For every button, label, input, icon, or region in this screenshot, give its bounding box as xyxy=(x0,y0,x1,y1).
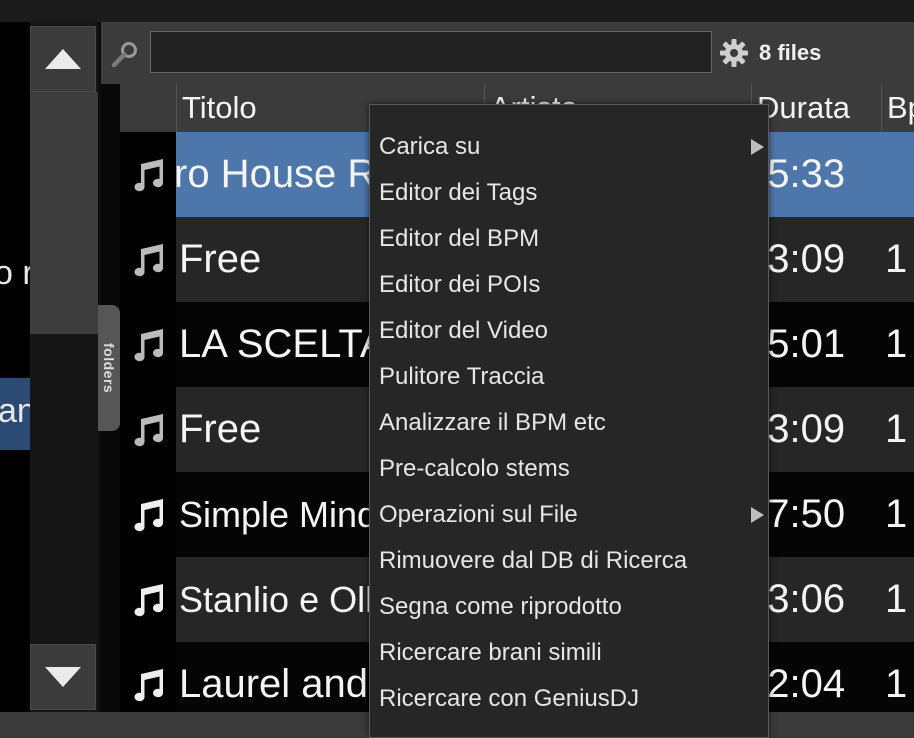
track-title: Free xyxy=(179,237,262,281)
menu-item-precalcolo-stems[interactable]: Pre-calcolo stems xyxy=(370,446,768,492)
menu-item-label: Editor dei POIs xyxy=(379,271,541,298)
search-bar: 8 files xyxy=(101,22,914,84)
track-bpm: 1 xyxy=(885,492,908,536)
menu-item-ricercare-simili[interactable]: Ricercare brani simili xyxy=(370,630,768,676)
magnifier-icon[interactable] xyxy=(111,40,139,68)
menu-item-operazioni-file[interactable]: Operazioni sul File xyxy=(370,492,768,538)
menu-item-carica-su[interactable]: Carica su xyxy=(370,124,768,170)
folders-panel: o ro an xyxy=(0,22,98,712)
menu-item-label: Ricercare brani simili xyxy=(379,639,602,666)
menu-item-label: Editor dei Tags xyxy=(379,179,538,206)
menu-item-label: Pulitore Traccia xyxy=(379,363,545,390)
track-title: Stanlio e Ollio xyxy=(179,579,402,620)
track-title: Free xyxy=(179,407,262,451)
music-note-icon xyxy=(134,158,163,191)
music-note-icon xyxy=(134,328,163,361)
arrow-up-icon xyxy=(45,49,81,69)
track-title: Laurel and xyxy=(179,662,369,706)
track-title: LA SCELTA xyxy=(179,322,387,366)
track-bpm: 1 xyxy=(885,407,908,451)
menu-item-label: Editor del BPM xyxy=(379,225,540,252)
track-bpm: 1 xyxy=(885,322,908,366)
menu-item-label: Pre-calcolo stems xyxy=(379,455,570,482)
menu-item-rimuovere-db[interactable]: Rimuovere dal DB di Ricerca xyxy=(370,538,768,584)
music-note-icon xyxy=(134,243,163,276)
track-bpm: 1 xyxy=(885,662,908,706)
music-note-icon xyxy=(134,413,163,446)
menu-item-pulitore-traccia[interactable]: Pulitore Traccia xyxy=(370,354,768,400)
column-header-duration[interactable]: Durata xyxy=(757,84,881,132)
menu-item-label: Segna come riprodotto xyxy=(379,593,622,620)
search-input[interactable] xyxy=(150,31,712,73)
gear-icon[interactable] xyxy=(719,38,749,68)
menu-item-label: Editor del Video xyxy=(379,317,549,344)
menu-item-editor-bpm[interactable]: Editor del BPM xyxy=(370,216,768,262)
scroll-thumb[interactable] xyxy=(30,92,98,334)
menu-item-label: Rimuovere dal DB di Ricerca xyxy=(379,547,688,574)
music-note-icon xyxy=(134,668,163,701)
menu-item-label: Carica su xyxy=(379,133,481,160)
menu-item-label: Operazioni sul File xyxy=(379,501,578,528)
menu-item-ricercare-geniusdj[interactable]: Ricercare con GeniusDJ xyxy=(370,676,768,722)
scroll-down-button[interactable] xyxy=(30,644,96,710)
folders-tab-label: folders xyxy=(101,342,117,394)
arrow-down-icon xyxy=(45,667,81,687)
menu-item-label: Analizzare il BPM etc xyxy=(379,409,606,436)
column-header-icon[interactable] xyxy=(120,84,176,132)
track-bpm: 1 xyxy=(885,237,908,281)
folders-tab[interactable]: folders xyxy=(98,305,120,431)
music-note-icon xyxy=(134,583,163,616)
folder-item-label: an xyxy=(0,392,30,430)
file-count: 8 files xyxy=(759,40,822,65)
submenu-arrow-icon xyxy=(751,507,764,523)
menu-item-segna-riprodotto[interactable]: Segna come riprodotto xyxy=(370,584,768,630)
menu-item-editor-video[interactable]: Editor del Video xyxy=(370,308,768,354)
folder-item-selected[interactable]: an xyxy=(0,378,30,450)
menu-item-editor-pois[interactable]: Editor dei POIs xyxy=(370,262,768,308)
submenu-arrow-icon xyxy=(751,139,764,155)
music-note-icon xyxy=(134,498,163,531)
track-bpm: 1 xyxy=(885,577,908,621)
folder-scrollbar[interactable] xyxy=(30,22,98,712)
scroll-up-button[interactable] xyxy=(30,26,96,92)
top-strip xyxy=(0,0,914,22)
menu-item-editor-tags[interactable]: Editor dei Tags xyxy=(370,170,768,216)
menu-item-analizzare-bpm[interactable]: Analizzare il BPM etc xyxy=(370,400,768,446)
column-header-bpm[interactable]: Bpm xyxy=(887,84,914,132)
context-menu: Carica su Editor dei Tags Editor del BPM… xyxy=(369,104,769,738)
menu-item-label: Ricercare con GeniusDJ xyxy=(379,685,640,712)
